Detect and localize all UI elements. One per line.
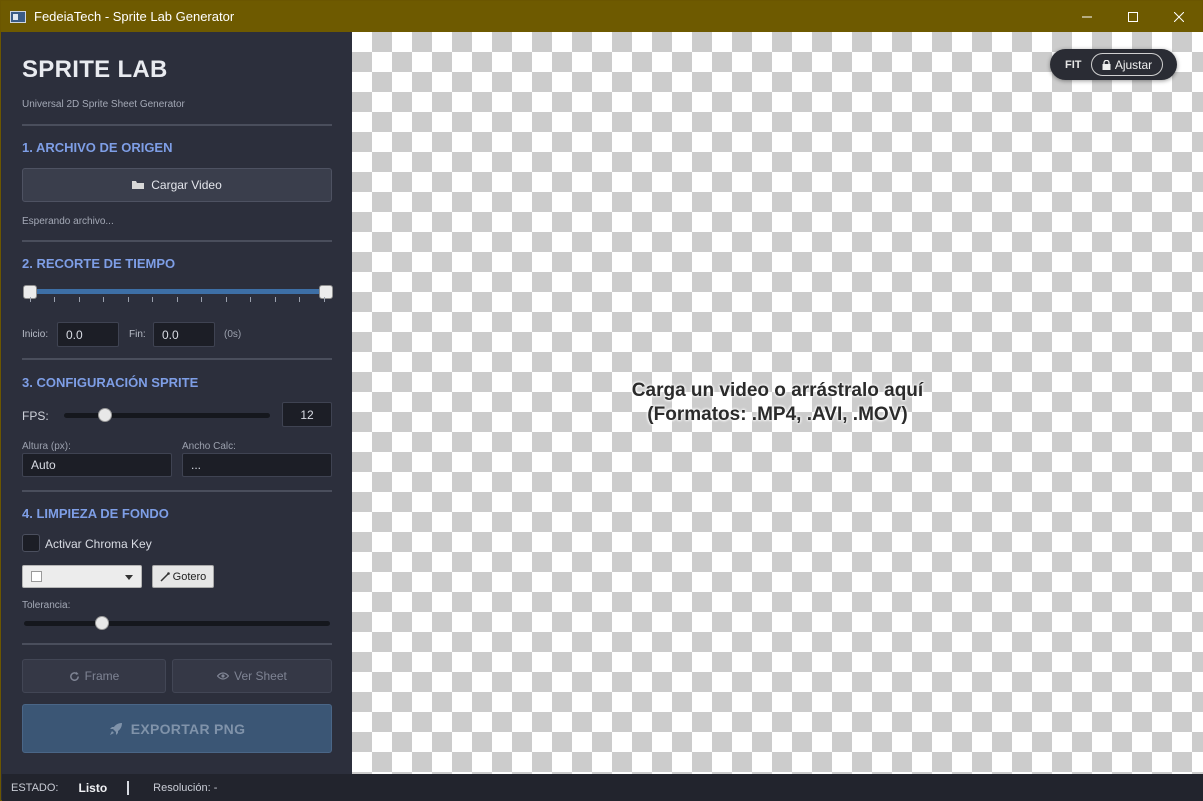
view-sheet-label: Ver Sheet <box>234 669 287 683</box>
resolution-readout: Resolución: - <box>153 781 218 794</box>
width-calc-field: ... <box>182 453 332 477</box>
tick-mark <box>103 297 104 302</box>
fps-track <box>64 413 270 418</box>
color-swatch <box>31 571 42 582</box>
status-label: ESTADO: <box>11 781 59 794</box>
status-value: Listo <box>78 780 108 795</box>
divider <box>22 358 332 360</box>
tick-mark <box>201 297 202 302</box>
export-png-button[interactable]: EXPORTAR PNG <box>22 704 332 753</box>
fit-to-view-button[interactable]: Ajustar <box>1091 53 1163 76</box>
height-label: Altura (px): <box>22 441 71 452</box>
start-time-input[interactable]: 0.0 <box>57 322 119 347</box>
section-trim-heading: 2. RECORTE DE TIEMPO <box>22 256 176 271</box>
range-end-handle[interactable] <box>319 285 333 299</box>
tick-mark <box>79 297 80 302</box>
chroma-key-checkbox[interactable] <box>22 534 40 552</box>
range-fill <box>30 289 326 294</box>
tick-mark <box>152 297 153 302</box>
sidebar: SPRITE LAB Universal 2D Sprite Sheet Gen… <box>2 32 352 774</box>
status-separator <box>127 780 130 795</box>
end-time-input[interactable]: 0.0 <box>153 322 215 347</box>
divider <box>22 124 332 126</box>
fit-to-view-label: Ajustar <box>1114 57 1153 72</box>
export-png-label: EXPORTAR PNG <box>130 720 246 737</box>
tick-mark <box>226 297 227 302</box>
frame-preview-label: Frame <box>84 669 120 683</box>
view-sheet-button[interactable]: Ver Sheet <box>172 659 332 693</box>
status-bar: ESTADO: Listo Resolución: - <box>2 774 1203 801</box>
fps-label: FPS: <box>22 409 49 423</box>
tick-mark <box>250 297 251 302</box>
tolerance-thumb[interactable] <box>95 616 109 630</box>
divider <box>22 240 332 242</box>
divider <box>22 490 332 492</box>
maximize-button[interactable] <box>1110 1 1156 32</box>
drop-message-line1: Carga un video o arrástralo aquí <box>631 380 924 401</box>
file-status: Esperando archivo... <box>22 216 114 227</box>
section-source-heading: 1. ARCHIVO DE ORIGEN <box>22 140 173 155</box>
drop-message-line2: (Formatos: .MP4, .AVI, .MOV) <box>647 404 908 425</box>
lock-icon <box>1102 59 1111 70</box>
window-title: FedeiaTech - Sprite Lab Generator <box>34 9 235 24</box>
maximize-icon <box>1128 11 1138 22</box>
tick-mark <box>275 297 276 302</box>
tick-mark <box>128 297 129 302</box>
preview-canvas[interactable]: FIT Ajustar Carga un video o arrástralo … <box>352 32 1203 774</box>
tick-mark <box>30 297 31 302</box>
chevron-down-icon <box>125 575 133 580</box>
end-label: Fin: <box>129 329 146 340</box>
app-icon <box>10 10 26 23</box>
app-window: FedeiaTech - Sprite Lab Generator SPRITE… <box>0 0 1203 801</box>
load-video-button[interactable]: Cargar Video <box>22 168 332 202</box>
drop-zone-message: Carga un video o arrástralo aquí (Format… <box>352 379 1203 427</box>
start-label: Inicio: <box>22 329 49 340</box>
eyedropper-button[interactable]: Gotero <box>152 565 214 588</box>
fps-thumb[interactable] <box>98 408 112 422</box>
tolerance-track <box>24 621 330 626</box>
eyedropper-label: Gotero <box>172 570 207 583</box>
width-calc-label: Ancho Calc: <box>182 441 236 452</box>
folder-icon <box>132 181 145 189</box>
close-button[interactable] <box>1156 1 1202 32</box>
duration-label: (0s) <box>224 329 242 340</box>
section-sprite-heading: 3. CONFIGURACIÓN SPRITE <box>22 375 199 390</box>
color-select[interactable] <box>22 565 142 588</box>
load-video-label: Cargar Video <box>151 178 222 192</box>
tick-mark <box>177 297 178 302</box>
height-input[interactable]: Auto <box>22 453 172 477</box>
minimize-button[interactable] <box>1064 1 1110 32</box>
zoom-control: FIT Ajustar <box>1050 49 1177 80</box>
tolerance-label: Tolerancia: <box>22 600 71 611</box>
divider <box>22 643 332 645</box>
title-bar: FedeiaTech - Sprite Lab Generator <box>1 1 1202 32</box>
refresh-icon <box>69 671 79 681</box>
tick-mark <box>299 297 300 302</box>
eye-icon <box>217 672 230 680</box>
app-title: SPRITE LAB <box>22 56 168 83</box>
fps-input[interactable]: 12 <box>282 402 332 427</box>
app-subtitle: Universal 2D Sprite Sheet Generator <box>22 99 185 110</box>
tick-mark <box>54 297 55 302</box>
close-icon <box>1174 11 1184 22</box>
minimize-icon <box>1082 16 1092 17</box>
section-background-heading: 4. LIMPIEZA DE FONDO <box>22 506 169 521</box>
chroma-key-label: Activar Chroma Key <box>45 537 152 551</box>
frame-preview-button[interactable]: Frame <box>22 659 166 693</box>
rocket-icon <box>109 722 122 735</box>
eyedropper-icon <box>160 571 170 582</box>
zoom-fit-label: FIT <box>1065 58 1082 71</box>
tick-mark <box>324 297 325 302</box>
